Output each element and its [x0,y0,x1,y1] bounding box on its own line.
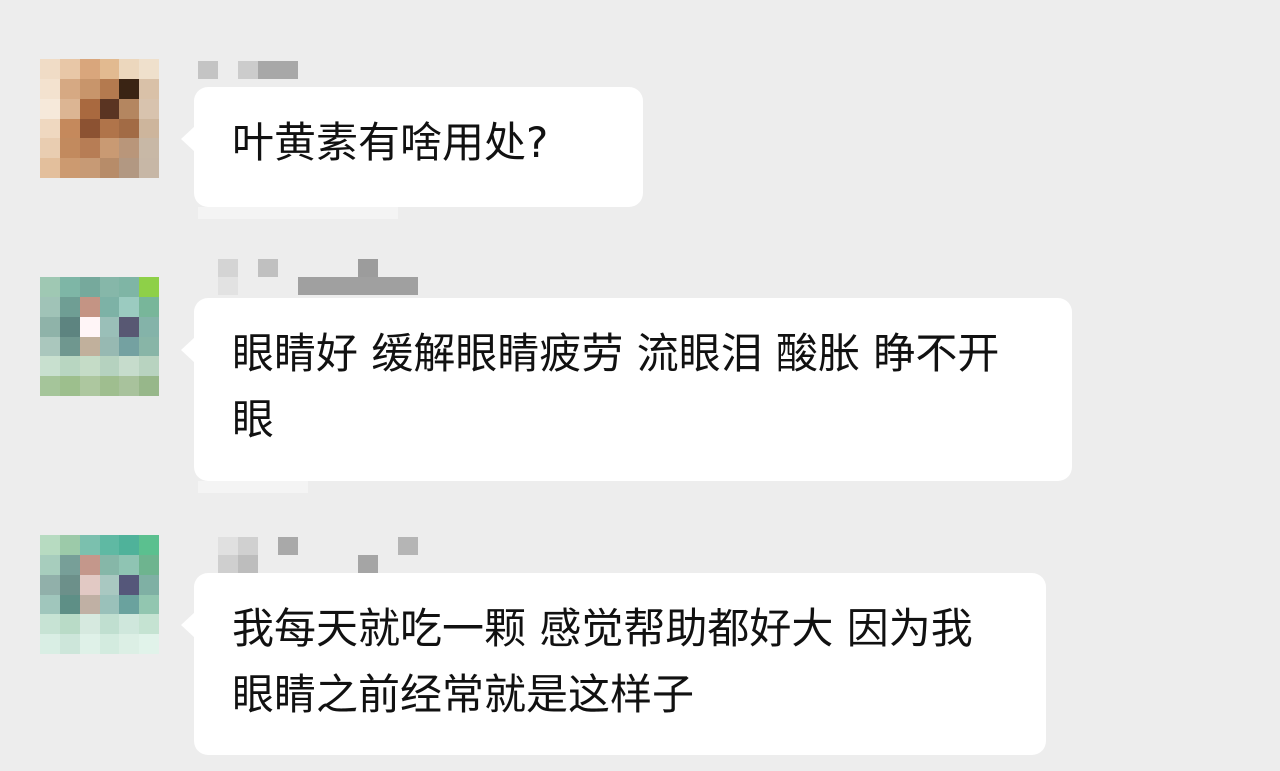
avatar[interactable] [40,277,159,396]
message-bubble[interactable]: 我每天就吃一颗 感觉帮助都好大 因为我眼睛之前经常就是这样子 [181,573,1046,755]
message-bubble[interactable]: 眼睛好 缓解眼睛疲劳 流眼泪 酸胀 睁不开眼 [181,298,1072,481]
avatar[interactable] [40,535,159,654]
sender-name-redacted [198,535,418,575]
message-text: 叶黄素有啥用处? [232,118,549,167]
bubble-shadow [198,207,398,219]
message-text: 眼睛好 缓解眼睛疲劳 流眼泪 酸胀 睁不开眼 [232,329,1000,444]
sender-name-redacted [198,257,418,297]
bubble-shadow [198,481,308,493]
message-text: 我每天就吃一颗 感觉帮助都好大 因为我眼睛之前经常就是这样子 [232,604,973,719]
message-bubble[interactable]: 叶黄素有啥用处? [181,87,643,207]
avatar[interactable] [40,59,159,178]
